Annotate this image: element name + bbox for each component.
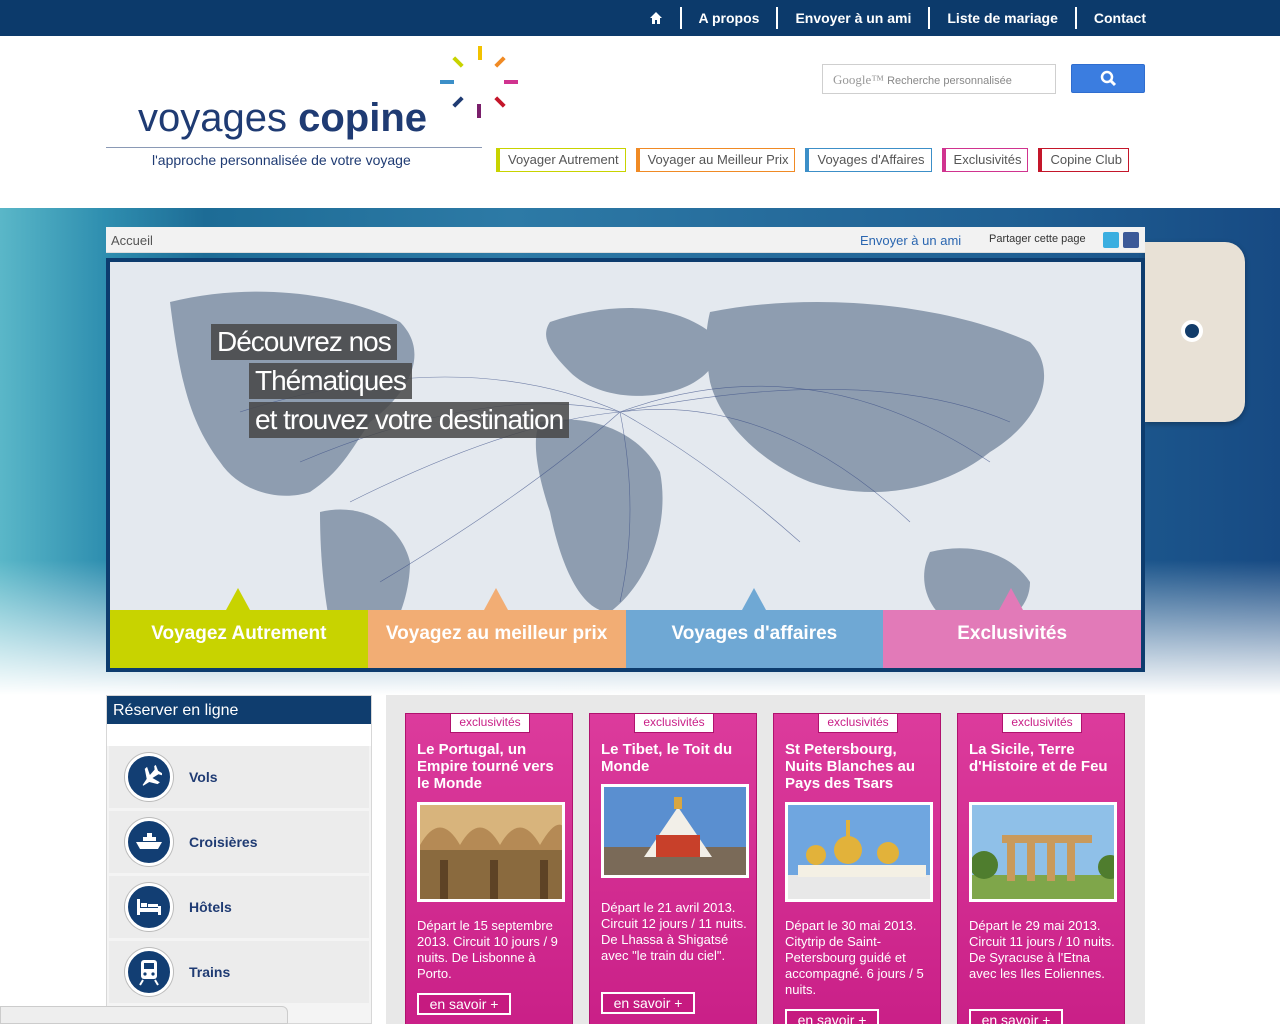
- tab-notch: [741, 588, 766, 610]
- hero-tab-label: Voyagez au meilleur prix: [385, 623, 608, 644]
- offer-photo[interactable]: [417, 802, 565, 902]
- logo-word-voyages: voyages: [138, 96, 287, 140]
- hero-tab-meilleur-prix[interactable]: Voyagez au meilleur prix: [367, 588, 626, 668]
- train-icon: [125, 948, 173, 996]
- offer-card[interactable]: exclusivités St Petersbourg, Nuits Blanc…: [773, 713, 941, 1024]
- offer-description: Départ le 21 avril 2013. Circuit 12 jour…: [601, 900, 747, 963]
- offer-description: Départ le 30 mai 2013. Citytrip de Saint…: [785, 918, 924, 997]
- offer-tag: exclusivités: [634, 714, 714, 733]
- booking-item-label: Croisières: [189, 834, 258, 850]
- sun-logo-icon: [440, 46, 518, 118]
- offer-title[interactable]: Le Tibet, le Toit du Monde: [601, 741, 751, 775]
- booking-panel: Réserver en ligne Vols Croisières Hôtels…: [106, 695, 372, 1024]
- nav-contact-link[interactable]: Contact: [1094, 10, 1146, 26]
- offer-description: Départ le 15 septembre 2013. Circuit 10 …: [417, 918, 558, 981]
- offer-photo[interactable]: [785, 802, 933, 902]
- nav-separator: [1074, 7, 1077, 29]
- theme-voyager-autrement[interactable]: Voyager Autrement: [496, 148, 626, 172]
- offers-panel: exclusivités Le Portugal, un Empire tour…: [386, 695, 1145, 1024]
- luggage-tag-decoration: [1145, 242, 1245, 422]
- offer-more-button[interactable]: en savoir +: [601, 992, 695, 1014]
- tab-notch: [483, 588, 508, 610]
- offer-photo[interactable]: [969, 802, 1117, 902]
- theme-exclusivites[interactable]: Exclusivités: [941, 148, 1029, 172]
- offer-more-button[interactable]: en savoir +: [785, 1009, 879, 1024]
- logo-tagline: l'approche personnalisée de votre voyage: [152, 152, 411, 168]
- booking-flights[interactable]: Vols: [109, 746, 369, 808]
- hero-headline-3: et trouvez votre destination: [249, 402, 570, 438]
- google-brand: Google™: [833, 72, 885, 87]
- world-map-illustration: [110, 262, 1141, 668]
- logo-wordmark: voyages copine: [138, 96, 427, 141]
- header: voyages copine l'approche personnalisée …: [0, 36, 1280, 208]
- offer-tag: exclusivités: [1002, 714, 1082, 733]
- nav-about-link[interactable]: A propos: [699, 10, 760, 26]
- logo-word-copine: copine: [298, 96, 428, 140]
- horizontal-scrollbar[interactable]: [0, 1006, 288, 1024]
- nav-separator: [679, 7, 682, 29]
- booking-trains[interactable]: Trains: [109, 941, 369, 1003]
- booking-hotels[interactable]: Hôtels: [109, 876, 369, 938]
- booking-spacer: [107, 724, 371, 746]
- hero-tab-label: Voyagez Autrement: [151, 623, 327, 644]
- hero-banner: Découvrez nos Thématiques et trouvez vot…: [106, 258, 1145, 672]
- hero-headline-1: Découvrez nos: [211, 324, 397, 360]
- twitter-icon[interactable]: [1103, 232, 1119, 248]
- booking-item-label: Trains: [189, 964, 231, 980]
- offer-card[interactable]: exclusivités Le Tibet, le Toit du Monde …: [589, 713, 757, 1024]
- offer-card[interactable]: exclusivités Le Portugal, un Empire tour…: [405, 713, 573, 1024]
- home-icon[interactable]: [649, 11, 663, 25]
- offer-photo[interactable]: [601, 784, 749, 878]
- share-label: Partager cette page: [989, 233, 1086, 245]
- offer-tag: exclusivités: [450, 714, 530, 733]
- tab-notch: [226, 588, 250, 610]
- breadcrumb-bar: Accueil Envoyer à un ami Partager cette …: [106, 227, 1145, 253]
- nav-separator: [776, 7, 779, 29]
- offer-title[interactable]: St Petersbourg, Nuits Blanches au Pays d…: [785, 741, 935, 792]
- booking-cruises[interactable]: Croisières: [109, 811, 369, 873]
- offer-tag: exclusivités: [818, 714, 898, 733]
- hero-tab-affaires[interactable]: Voyages d'affaires: [625, 588, 884, 668]
- tag-hole: [1181, 320, 1203, 342]
- ship-icon: [125, 818, 173, 866]
- booking-title: Réserver en ligne: [107, 696, 371, 724]
- site-logo[interactable]: voyages copine l'approche personnalisée …: [106, 36, 526, 176]
- booking-item-label: Hôtels: [189, 899, 232, 915]
- hero-tab-exclusivites[interactable]: Exclusivités: [883, 588, 1141, 668]
- nav-send-friend-link[interactable]: Envoyer à un ami: [795, 10, 911, 26]
- nav-wedding-list-link[interactable]: Liste de mariage: [947, 10, 1058, 26]
- hero-tab-label: Voyages d'affaires: [671, 623, 838, 644]
- search-input[interactable]: Google™ Recherche personnalisée: [822, 64, 1056, 94]
- top-nav: A propos Envoyer à un ami Liste de maria…: [649, 0, 1146, 36]
- theme-meilleur-prix[interactable]: Voyager au Meilleur Prix: [635, 148, 796, 172]
- offer-title[interactable]: Le Portugal, un Empire tourné vers le Mo…: [417, 741, 567, 792]
- theme-copine-club[interactable]: Copine Club: [1038, 148, 1129, 172]
- top-bar: A propos Envoyer à un ami Liste de maria…: [0, 0, 1280, 36]
- offer-more-button[interactable]: en savoir +: [417, 993, 511, 1015]
- theme-affaires[interactable]: Voyages d'Affaires: [805, 148, 932, 172]
- facebook-icon[interactable]: [1123, 232, 1139, 248]
- search-button[interactable]: [1071, 64, 1145, 93]
- theme-nav: Voyager Autrement Voyager au Meilleur Pr…: [496, 148, 1129, 172]
- hero-headline-2: Thématiques: [249, 363, 412, 399]
- hero-tab-label: Exclusivités: [957, 623, 1068, 644]
- booking-item-label: Vols: [189, 769, 218, 785]
- hero-tab-autrement[interactable]: Voyagez Autrement: [110, 588, 368, 668]
- search-icon: [1100, 70, 1117, 87]
- offer-card[interactable]: exclusivités La Sicile, Terre d'Histoire…: [957, 713, 1125, 1024]
- hero-theme-tabs: Voyagez Autrement Voyagez au meilleur pr…: [110, 588, 1141, 668]
- nav-separator: [928, 7, 931, 29]
- plane-icon: [125, 753, 173, 801]
- offer-description: Départ le 29 mai 2013. Circuit 11 jours …: [969, 918, 1115, 981]
- tab-notch: [999, 588, 1024, 610]
- send-to-friend-link[interactable]: Envoyer à un ami: [860, 233, 961, 248]
- offer-more-button[interactable]: en savoir +: [969, 1009, 1063, 1024]
- breadcrumb[interactable]: Accueil: [111, 233, 153, 248]
- logo-divider: [106, 147, 482, 148]
- bed-icon: [125, 883, 173, 931]
- search-placeholder: Recherche personnalisée: [887, 75, 1012, 87]
- offer-title[interactable]: La Sicile, Terre d'Histoire et de Feu: [969, 741, 1119, 775]
